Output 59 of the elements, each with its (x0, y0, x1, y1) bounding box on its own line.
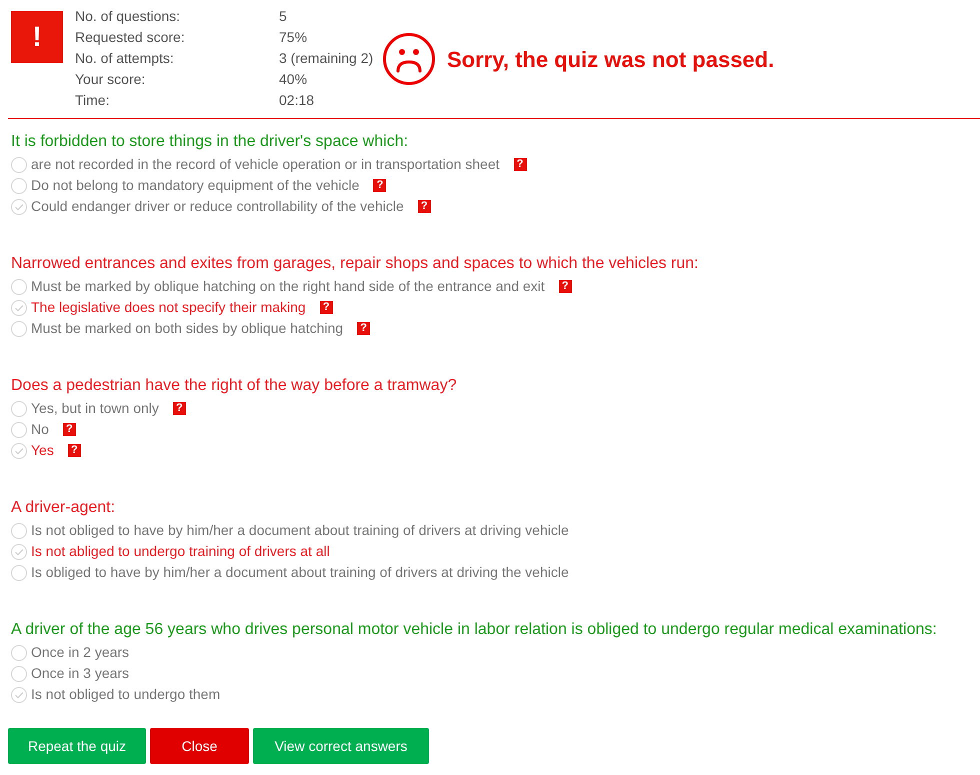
stat-label: No. of attempts: (75, 49, 175, 68)
radio-button[interactable] (11, 564, 27, 580)
stat-label: Time: (75, 91, 110, 110)
help-badge[interactable]: ? (418, 200, 431, 213)
answer-label: Is not abliged to undergo training of drivers at all (31, 542, 330, 561)
stat-value: 3 (remaining 2) (279, 49, 374, 68)
radio-button[interactable] (11, 686, 27, 702)
answer-label: Once in 2 years (31, 643, 130, 662)
answer-label: Is not obliged to undergo them (31, 685, 220, 704)
question-title: A driver-agent: (11, 498, 116, 518)
help-badge[interactable]: ? (558, 280, 572, 293)
stat-label: Requested score: (75, 28, 186, 47)
radio-button[interactable] (11, 422, 27, 438)
help-badge[interactable]: ? (172, 402, 186, 415)
answer-label: Once in 3 years (31, 664, 130, 683)
answer-label: Yes (31, 441, 54, 460)
help-badge[interactable]: ? (514, 158, 527, 171)
radio-button[interactable] (11, 400, 27, 416)
answer-label: Do not belong to mandatory equipment of the vehicle (31, 176, 360, 195)
answer-label: are not recorded in the record of vehicle operation or in transportation sheet (31, 155, 500, 174)
radio-button[interactable] (11, 666, 27, 682)
radio-button[interactable] (11, 544, 27, 560)
radio-button[interactable] (11, 644, 27, 660)
answer-label: Is not obliged to have by him/her a document about training of drivers at driving vehicle (31, 521, 569, 540)
stat-label: No. of questions: (75, 7, 182, 26)
radio-button[interactable] (11, 278, 27, 294)
alert-sign: ! (11, 11, 63, 63)
question-title: Does a pedestrian have the right of the way before a tramway? (11, 376, 457, 396)
question-title: Narrowed entrances and exites from garages, repair shops and spaces to which the vehicles run: (11, 254, 698, 274)
stat-value: 02:18 (279, 91, 316, 110)
help-badge[interactable]: ? (62, 423, 76, 436)
radio-button[interactable] (11, 522, 27, 538)
radio-button[interactable] (11, 178, 27, 194)
help-badge[interactable]: ? (68, 444, 81, 457)
close-button[interactable]: Close (150, 728, 249, 764)
radio-button[interactable] (11, 300, 27, 316)
radio-button[interactable] (11, 198, 27, 214)
question-title: A driver of the age 56 years who drives personal motor vehicle in labor relation is obliged to undergo regular medical examinations: (11, 620, 937, 640)
stat-label: Your score: (75, 70, 146, 89)
answer-label: Yes, but in town only (31, 399, 159, 418)
radio-button[interactable] (11, 442, 27, 458)
answer-label: The legislative does not specify their making (31, 298, 306, 317)
help-badge[interactable]: ? (320, 301, 333, 314)
radio-button[interactable] (11, 156, 27, 172)
answer-label: Must be marked on both sides by oblique hatching (31, 319, 344, 338)
stat-value: 40% (279, 70, 308, 89)
answer-label: Must be marked by oblique hatching on the right hand side of the entrance and exit (31, 277, 545, 296)
action-button[interactable]: Repeat the quiz (8, 728, 146, 764)
radio-button[interactable] (11, 320, 27, 336)
answer-label: Is obliged to have by him/her a document about training of drivers at driving the vehicle (31, 563, 569, 582)
action-button[interactable]: View correct answers (253, 728, 429, 764)
stat-value: 5 (279, 7, 288, 26)
help-badge[interactable]: ? (357, 322, 370, 335)
stat-value: 75% (279, 28, 308, 47)
result-message: Sorry, the quiz was not passed. (447, 46, 774, 74)
answer-label: Could endanger driver or reduce controllability of the vehicle (31, 197, 404, 216)
help-badge[interactable]: ? (373, 179, 386, 192)
answer-label: No (31, 420, 49, 439)
question-title: It is forbidden to store things in the driver's space which: (11, 132, 408, 152)
